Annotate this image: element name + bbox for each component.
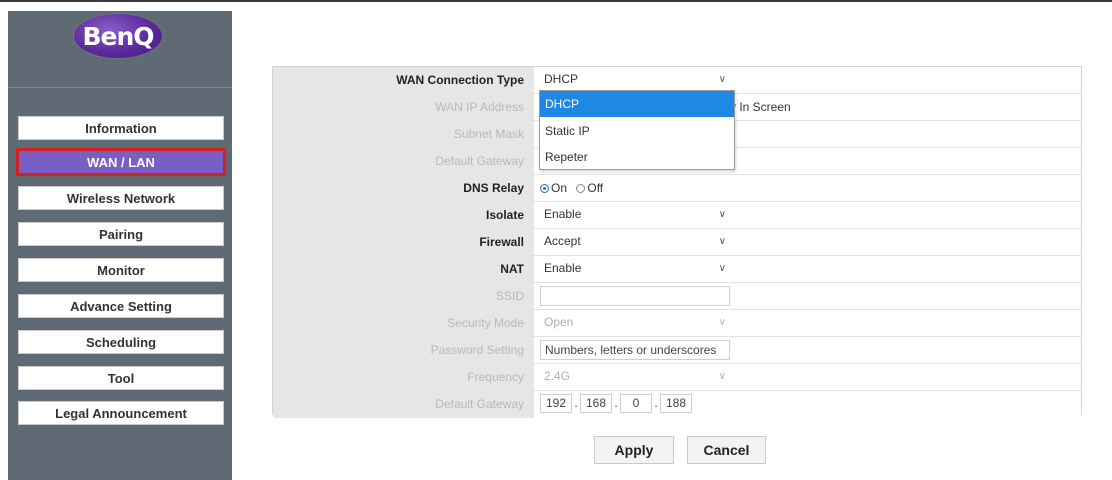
row-password: Password Setting Numbers, letters or und…	[273, 337, 1081, 364]
row-security-mode: Security Mode Open ∨	[273, 310, 1081, 337]
field-label: Subnet Mask	[273, 121, 534, 147]
sidebar-item-label: Pairing	[98, 226, 144, 242]
firewall-select[interactable]: Accept ∨	[540, 232, 730, 251]
field-label: DNS Relay	[273, 175, 534, 201]
sidebar: BenQ Information WAN / LAN Wireless Netw…	[8, 11, 232, 480]
field-label: Default Gateway	[273, 391, 534, 418]
sidebar-item-label: Scheduling	[85, 334, 157, 350]
row-firewall: Firewall Accept ∨	[273, 229, 1081, 256]
dns-relay-off-radio[interactable]	[576, 184, 586, 193]
field-label: Frequency	[273, 364, 534, 390]
sidebar-item-information[interactable]: Information	[18, 116, 224, 140]
chevron-down-icon: ∨	[718, 263, 726, 274]
dropdown-option-repeter[interactable]: Repeter	[540, 144, 734, 170]
wan-ip-value: y In Screen	[730, 100, 791, 114]
apply-button[interactable]: Apply	[594, 436, 674, 464]
sidebar-item-wireless-network[interactable]: Wireless Network	[18, 186, 224, 210]
sidebar-item-label: Advance Setting	[70, 298, 172, 314]
dns-relay-radio-group: On Off	[540, 175, 603, 201]
field-label: NAT	[273, 256, 534, 282]
chevron-down-icon: ∨	[718, 74, 726, 85]
field-label: Isolate	[273, 202, 534, 228]
sidebar-divider	[8, 87, 232, 88]
chevron-down-icon: ∨	[718, 236, 726, 247]
dropdown-option-dhcp[interactable]: DHCP	[540, 91, 734, 117]
field-label: WAN IP Address	[273, 94, 534, 120]
sidebar-item-label: Wireless Network	[66, 190, 176, 206]
sidebar-item-label: Legal Announcement	[55, 405, 187, 421]
chevron-down-icon: ∨	[718, 371, 726, 382]
top-border	[0, 0, 1112, 2]
row-isolate: Isolate Enable ∨	[273, 202, 1081, 229]
field-label: SSID	[273, 283, 534, 309]
ip-octet-3[interactable]: 0	[620, 394, 652, 413]
chevron-down-icon: ∨	[718, 317, 726, 328]
sidebar-item-label: Tool	[107, 370, 135, 386]
row-frequency: Frequency 2.4G ∨	[273, 364, 1081, 391]
sidebar-item-label: Monitor	[97, 262, 145, 278]
dropdown-option-static-ip[interactable]: Static IP	[540, 118, 734, 144]
chevron-down-icon: ∨	[718, 209, 726, 220]
isolate-select[interactable]: Enable ∨	[540, 205, 730, 224]
sidebar-item-pairing[interactable]: Pairing	[18, 222, 224, 246]
wan-connection-type-dropdown: DHCP Static IP Repeter	[539, 90, 735, 170]
field-label: Default Gateway	[273, 148, 534, 174]
benq-logo: BenQ	[74, 14, 162, 58]
sidebar-item-tool[interactable]: Tool	[18, 366, 224, 390]
ip-octet-1[interactable]: 192	[540, 394, 572, 413]
sidebar-item-wan-lan[interactable]: WAN / LAN	[16, 148, 226, 176]
gateway-ip-input: 192. 168. 0. 188	[540, 394, 692, 413]
wan-connection-type-select[interactable]: DHCP ∨	[540, 70, 730, 89]
sidebar-item-legal-announcement[interactable]: Legal Announcement	[18, 401, 224, 425]
row-default-gateway-ip: Default Gateway 192. 168. 0. 188	[273, 391, 1081, 418]
ssid-input[interactable]	[540, 286, 730, 306]
row-dns-relay: DNS Relay On Off	[273, 175, 1081, 202]
row-nat: NAT Enable ∨	[273, 256, 1081, 283]
dns-relay-on-radio[interactable]	[540, 184, 549, 193]
sidebar-item-scheduling[interactable]: Scheduling	[18, 330, 224, 354]
field-label: Firewall	[273, 229, 534, 255]
password-input[interactable]: Numbers, letters or underscores	[540, 340, 730, 360]
field-label: Password Setting	[273, 337, 534, 363]
sidebar-item-label: WAN / LAN	[87, 154, 155, 170]
sidebar-item-monitor[interactable]: Monitor	[18, 258, 224, 282]
nat-select[interactable]: Enable ∨	[540, 259, 730, 278]
security-mode-select[interactable]: Open ∨	[540, 313, 730, 332]
cancel-button[interactable]: Cancel	[687, 436, 766, 464]
sidebar-item-label: Information	[85, 120, 157, 136]
ip-octet-4[interactable]: 188	[660, 394, 692, 413]
field-label: WAN Connection Type	[273, 67, 534, 93]
frequency-select[interactable]: 2.4G ∨	[540, 367, 730, 386]
ip-octet-2[interactable]: 168	[580, 394, 612, 413]
row-ssid: SSID	[273, 283, 1081, 310]
sidebar-item-advance-setting[interactable]: Advance Setting	[18, 294, 224, 318]
field-label: Security Mode	[273, 310, 534, 336]
